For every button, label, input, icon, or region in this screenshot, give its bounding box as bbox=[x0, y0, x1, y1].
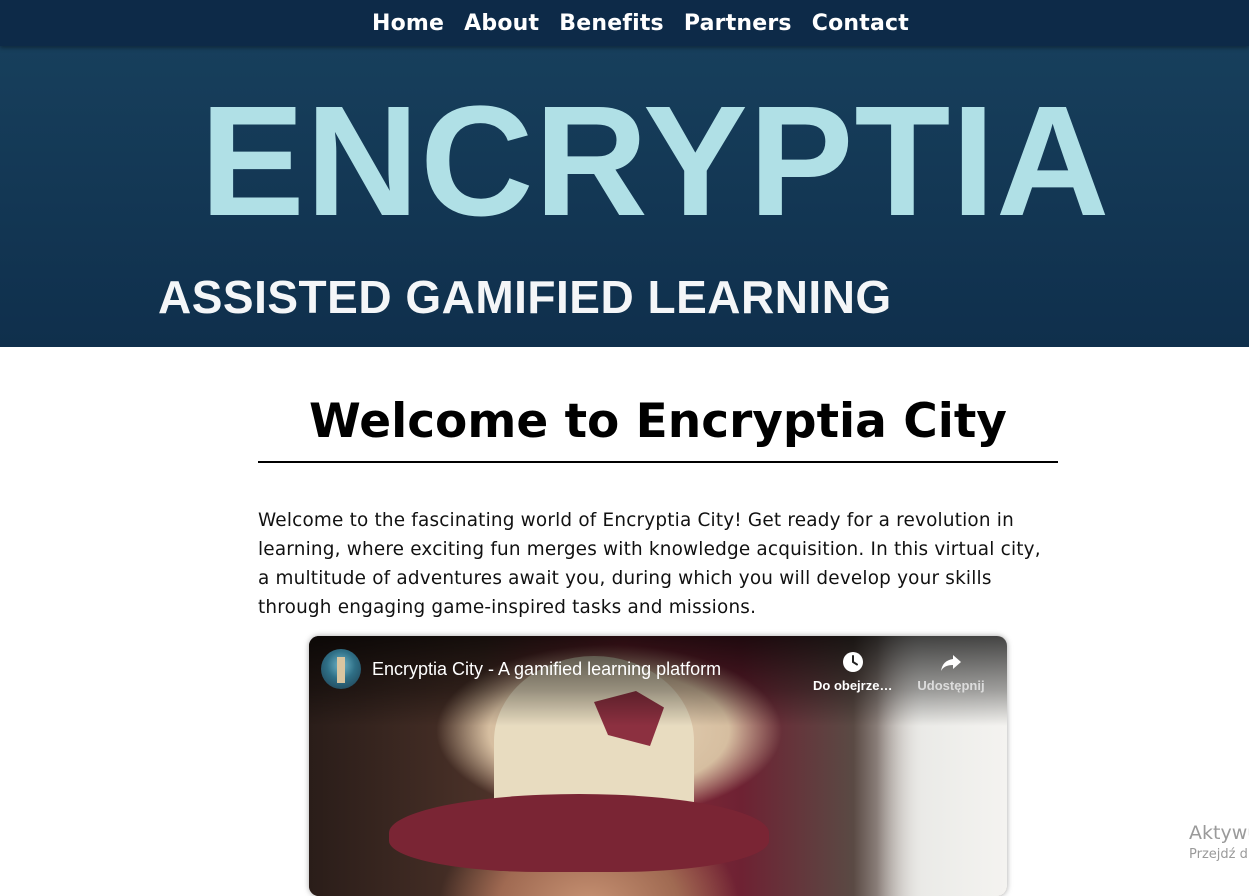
nav-link-benefits[interactable]: Benefits bbox=[559, 11, 664, 36]
intro-paragraph: Welcome to the fascinating world of Encr… bbox=[258, 510, 1041, 618]
activate-windows-title: Aktywuj bbox=[1189, 822, 1249, 844]
watch-later-button[interactable]: Do obejrzenia bbox=[813, 650, 893, 693]
nav-link-about[interactable]: About bbox=[464, 11, 539, 36]
embedded-video-player[interactable]: Encryptia City - A gamified learning pla… bbox=[309, 636, 1007, 896]
share-label: Udostępnij bbox=[917, 678, 985, 693]
nav-links: Home About Benefits Partners Contact bbox=[372, 11, 909, 36]
top-navigation: Home About Benefits Partners Contact bbox=[0, 0, 1249, 46]
share-button[interactable]: Udostępnij bbox=[911, 650, 991, 693]
video-title[interactable]: Encryptia City - A gamified learning pla… bbox=[372, 658, 721, 680]
hero-title: ENCRYPTIA bbox=[200, 74, 1111, 249]
avatar-tower-icon bbox=[337, 657, 345, 683]
activate-windows-watermark: Aktywuj Przejdź d bbox=[1189, 820, 1249, 864]
watch-later-label: Do obejrzenia bbox=[813, 678, 893, 693]
page-title: Welcome to Encryptia City bbox=[258, 393, 1058, 463]
video-top-gradient bbox=[309, 636, 1007, 726]
channel-avatar[interactable] bbox=[321, 649, 361, 689]
nav-link-contact[interactable]: Contact bbox=[812, 11, 909, 36]
nav-link-partners[interactable]: Partners bbox=[684, 11, 792, 36]
hero-banner: ENCRYPTIA ASSISTED GAMIFIED LEARNING bbox=[0, 46, 1249, 347]
thumbnail-cap-brim bbox=[389, 794, 769, 872]
clock-icon bbox=[843, 652, 863, 672]
nav-link-home[interactable]: Home bbox=[372, 11, 444, 36]
main-content: Welcome to Encryptia City Welcome to the… bbox=[258, 347, 1058, 622]
share-arrow-icon bbox=[941, 655, 961, 671]
hero-subtitle: ASSISTED GAMIFIED LEARNING bbox=[158, 271, 892, 323]
activate-windows-subtitle: Przejdź d bbox=[1189, 847, 1248, 862]
